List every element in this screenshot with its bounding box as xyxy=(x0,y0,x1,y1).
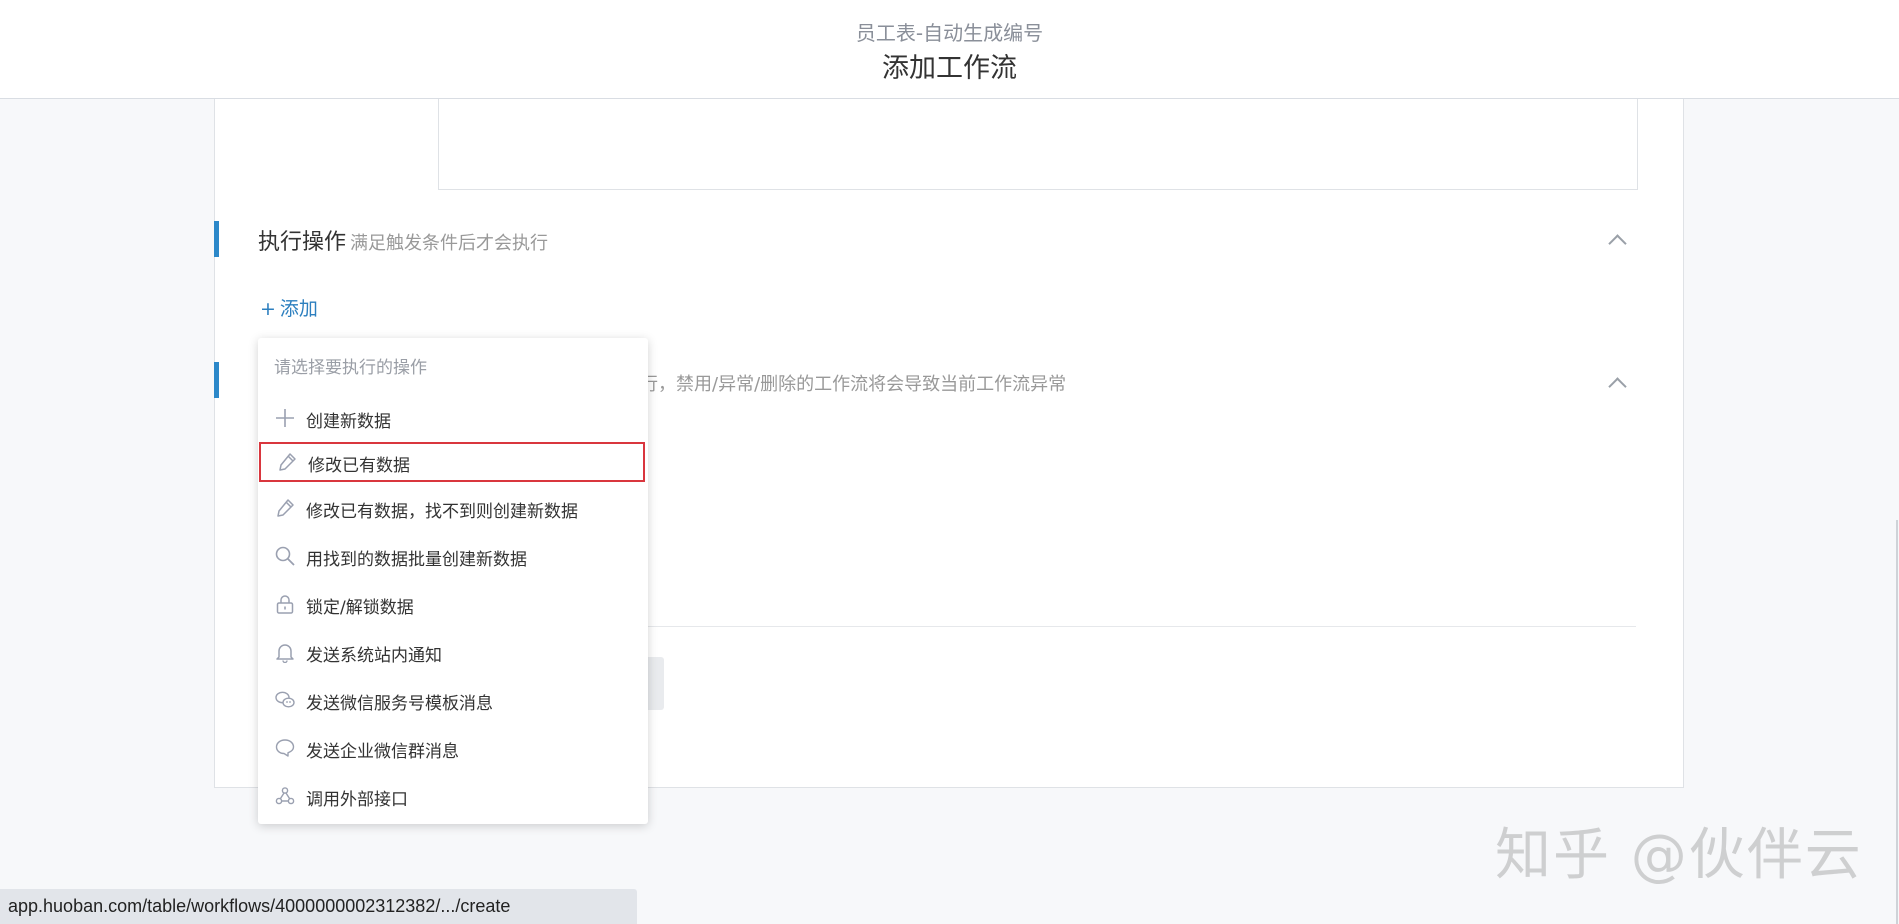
plus-icon: + xyxy=(260,298,276,320)
section-indicator xyxy=(214,362,219,398)
add-action-label: 添加 xyxy=(279,298,318,320)
pencil-icon xyxy=(274,497,296,519)
search-icon xyxy=(274,545,296,567)
action-type-dropdown: 请选择要执行的操作 创建新数据 修改已有数据 修改已有数据，找不到则创建新数据 … xyxy=(258,338,648,824)
dropdown-placeholder: 请选择要执行的操作 xyxy=(274,358,427,378)
status-url: app.huoban.com/table/workflows/400000000… xyxy=(8,896,511,916)
menu-item-label: 发送微信服务号模板消息 xyxy=(306,694,493,714)
section-indicator xyxy=(214,221,219,257)
menu-item-label: 发送系统站内通知 xyxy=(306,646,442,666)
menu-item-create-data[interactable]: 创建新数据 xyxy=(258,398,648,438)
lock-icon xyxy=(274,593,296,615)
menu-item-modify-data[interactable]: 修改已有数据 xyxy=(259,442,645,482)
page-header: 员工表-自动生成编号 添加工作流 xyxy=(0,0,1899,99)
actions-section-title: 执行操作 xyxy=(258,230,347,255)
divider xyxy=(640,626,1636,627)
second-section-description: 行，禁用/异常/删除的工作流将会导致当前工作流异常 xyxy=(640,374,1067,395)
plus-icon xyxy=(274,407,296,429)
watermark: 知乎 @伙伴云 xyxy=(1495,823,1863,888)
menu-item-wechat-template[interactable]: 发送微信服务号模板消息 xyxy=(258,680,648,720)
menu-item-label: 用找到的数据批量创建新数据 xyxy=(306,550,527,570)
menu-item-label: 修改已有数据 xyxy=(308,456,410,476)
chat-bubble-icon xyxy=(274,737,296,759)
menu-item-label: 发送企业微信群消息 xyxy=(306,742,459,762)
description-textarea[interactable] xyxy=(438,99,1638,190)
add-action-button[interactable]: + 添加 xyxy=(260,294,318,321)
page-subtitle: 员工表-自动生成编号 xyxy=(855,21,1044,45)
menu-item-work-wechat-group[interactable]: 发送企业微信群消息 xyxy=(258,728,648,768)
menu-item-label: 调用外部接口 xyxy=(306,790,408,810)
menu-item-call-external-api[interactable]: 调用外部接口 xyxy=(258,776,648,816)
menu-item-modify-or-create[interactable]: 修改已有数据，找不到则创建新数据 xyxy=(258,488,648,528)
wechat-icon xyxy=(274,689,296,711)
webhook-icon xyxy=(274,785,296,807)
menu-item-system-notification[interactable]: 发送系统站内通知 xyxy=(258,632,648,672)
page-title: 添加工作流 xyxy=(882,53,1017,84)
scrollbar[interactable] xyxy=(1896,520,1898,924)
menu-item-batch-create[interactable]: 用找到的数据批量创建新数据 xyxy=(258,536,648,576)
menu-item-label: 修改已有数据，找不到则创建新数据 xyxy=(306,502,578,522)
menu-item-label: 锁定/解锁数据 xyxy=(306,598,414,618)
actions-section-description: 满足触发条件后才会执行 xyxy=(350,233,548,254)
menu-item-label: 创建新数据 xyxy=(306,412,391,432)
pencil-icon xyxy=(276,451,298,473)
bell-icon xyxy=(274,641,296,664)
menu-item-lock-unlock[interactable]: 锁定/解锁数据 xyxy=(258,584,648,624)
browser-status-bar: app.huoban.com/table/workflows/400000000… xyxy=(0,889,637,924)
